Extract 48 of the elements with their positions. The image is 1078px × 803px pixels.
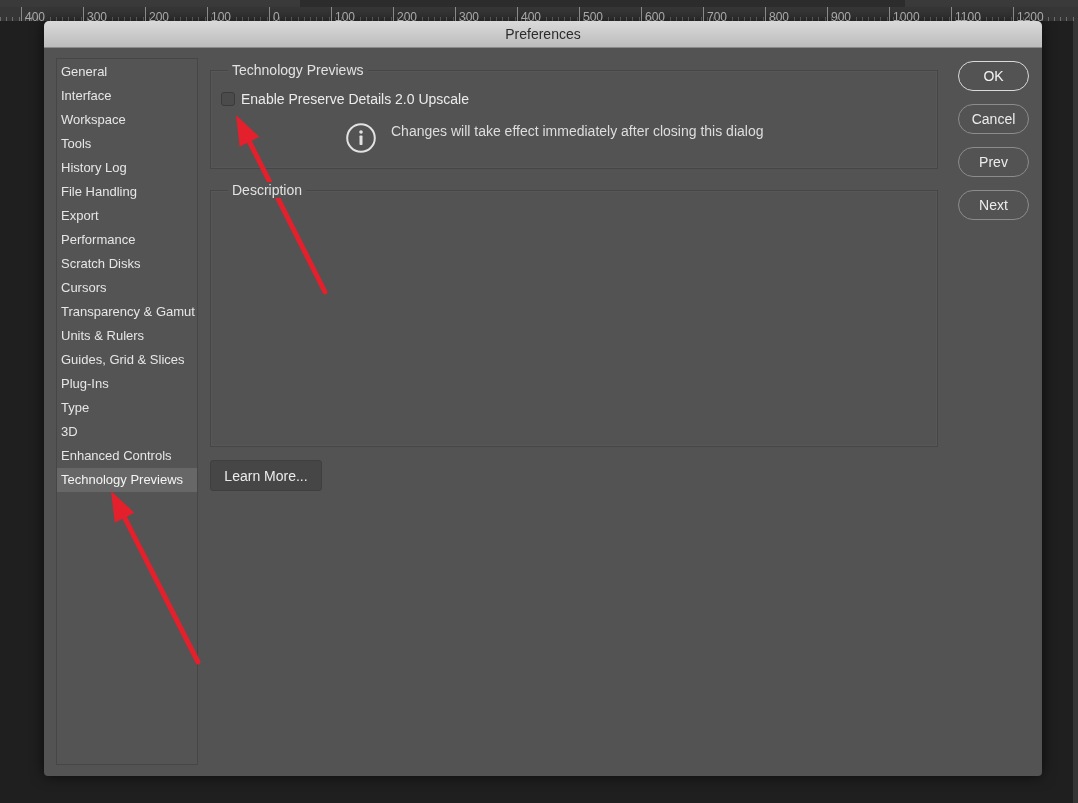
ruler-number: 400 xyxy=(25,10,46,24)
ruler-number: 300 xyxy=(459,10,480,24)
group-title: Technology Previews xyxy=(228,62,368,78)
ruler-number: 900 xyxy=(831,10,852,24)
sidebar-item[interactable]: Cursors xyxy=(57,276,197,300)
info-icon xyxy=(346,123,376,153)
learn-more-button[interactable]: Learn More... xyxy=(210,460,322,491)
sidebar-item[interactable]: File Handling xyxy=(57,180,197,204)
scrollbar-thumb[interactable] xyxy=(300,0,905,7)
ruler-number: 100 xyxy=(211,10,232,24)
sidebar-item[interactable]: General xyxy=(57,60,197,84)
ruler-number: 600 xyxy=(645,10,666,24)
checkbox[interactable] xyxy=(221,92,235,106)
sidebar-item[interactable]: Export xyxy=(57,204,197,228)
ruler-number: 200 xyxy=(397,10,418,24)
sidebar-item[interactable]: Interface xyxy=(57,84,197,108)
ruler-number: 0 xyxy=(273,10,280,24)
sidebar-item[interactable]: History Log xyxy=(57,156,197,180)
sidebar-item[interactable]: Workspace xyxy=(57,108,197,132)
info-message: Changes will take effect immediately after closing this dialog xyxy=(391,123,764,139)
group-title: Description xyxy=(228,182,307,198)
window-title: Preferences xyxy=(505,26,581,42)
ruler-number: 100 xyxy=(335,10,356,24)
sidebar-item[interactable]: Type xyxy=(57,396,197,420)
ruler-number: 1200 xyxy=(1017,10,1044,24)
ruler-number: 700 xyxy=(707,10,728,24)
ruler-number: 1000 xyxy=(893,10,920,24)
sidebar-item[interactable]: Plug-Ins xyxy=(57,372,197,396)
dialog-button[interactable]: Prev xyxy=(958,147,1029,177)
checkbox-label: Enable Preserve Details 2.0 Upscale xyxy=(241,91,469,107)
ruler-number: 500 xyxy=(583,10,604,24)
ruler-number: 800 xyxy=(769,10,790,24)
sidebar-item[interactable]: Guides, Grid & Slices xyxy=(57,348,197,372)
sidebar-item[interactable]: Scratch Disks xyxy=(57,252,197,276)
sidebar-item[interactable]: Performance xyxy=(57,228,197,252)
dialog-button[interactable]: Next xyxy=(958,190,1029,220)
sidebar-item[interactable]: Tools xyxy=(57,132,197,156)
sidebar-item[interactable]: Transparency & Gamut xyxy=(57,300,197,324)
dialog-button[interactable]: Cancel xyxy=(958,104,1029,134)
sidebar-item[interactable]: Enhanced Controls xyxy=(57,444,197,468)
sidebar-item[interactable]: 3D xyxy=(57,420,197,444)
ruler-number: 200 xyxy=(149,10,170,24)
dialog-button[interactable]: OK xyxy=(958,61,1029,91)
ruler-number: 300 xyxy=(87,10,108,24)
sidebar-item[interactable]: Technology Previews xyxy=(57,468,197,492)
sidebar-item[interactable]: Units & Rulers xyxy=(57,324,197,348)
ruler-number: 1100 xyxy=(955,10,981,24)
ruler-number: 400 xyxy=(521,10,542,24)
